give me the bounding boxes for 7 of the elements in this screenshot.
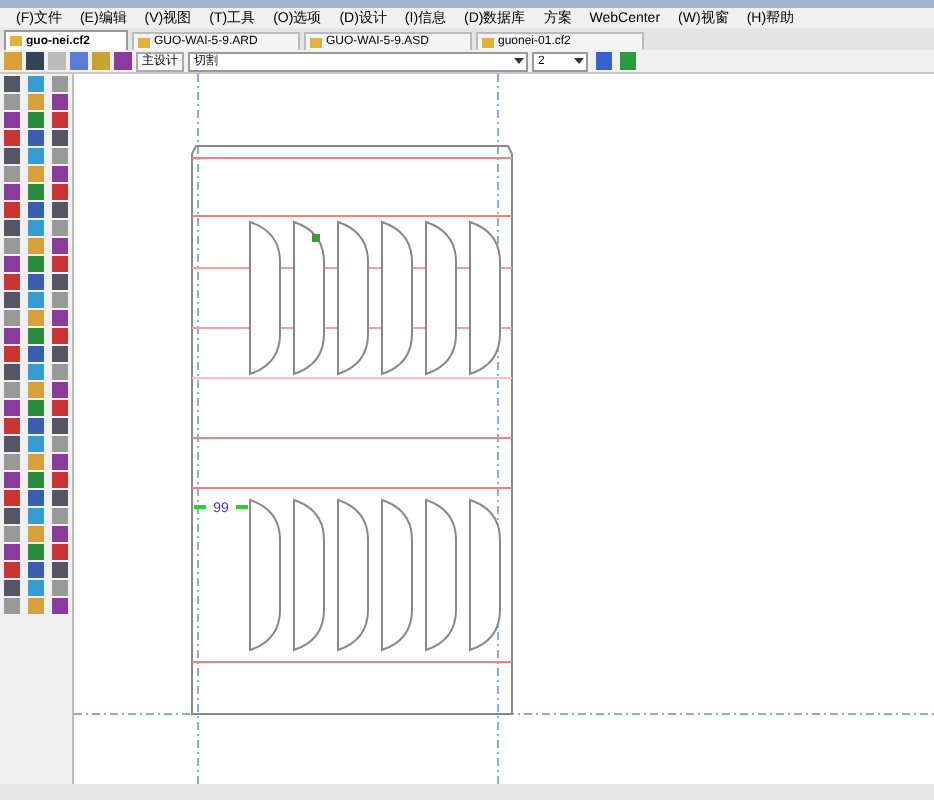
folder-icon bbox=[138, 37, 150, 47]
folder-icon bbox=[310, 37, 322, 47]
folder-icon bbox=[482, 37, 494, 47]
caret-icon bbox=[574, 58, 584, 64]
folder-icon bbox=[10, 36, 22, 46]
grip-handle[interactable] bbox=[312, 234, 320, 242]
caret-icon bbox=[514, 58, 524, 64]
